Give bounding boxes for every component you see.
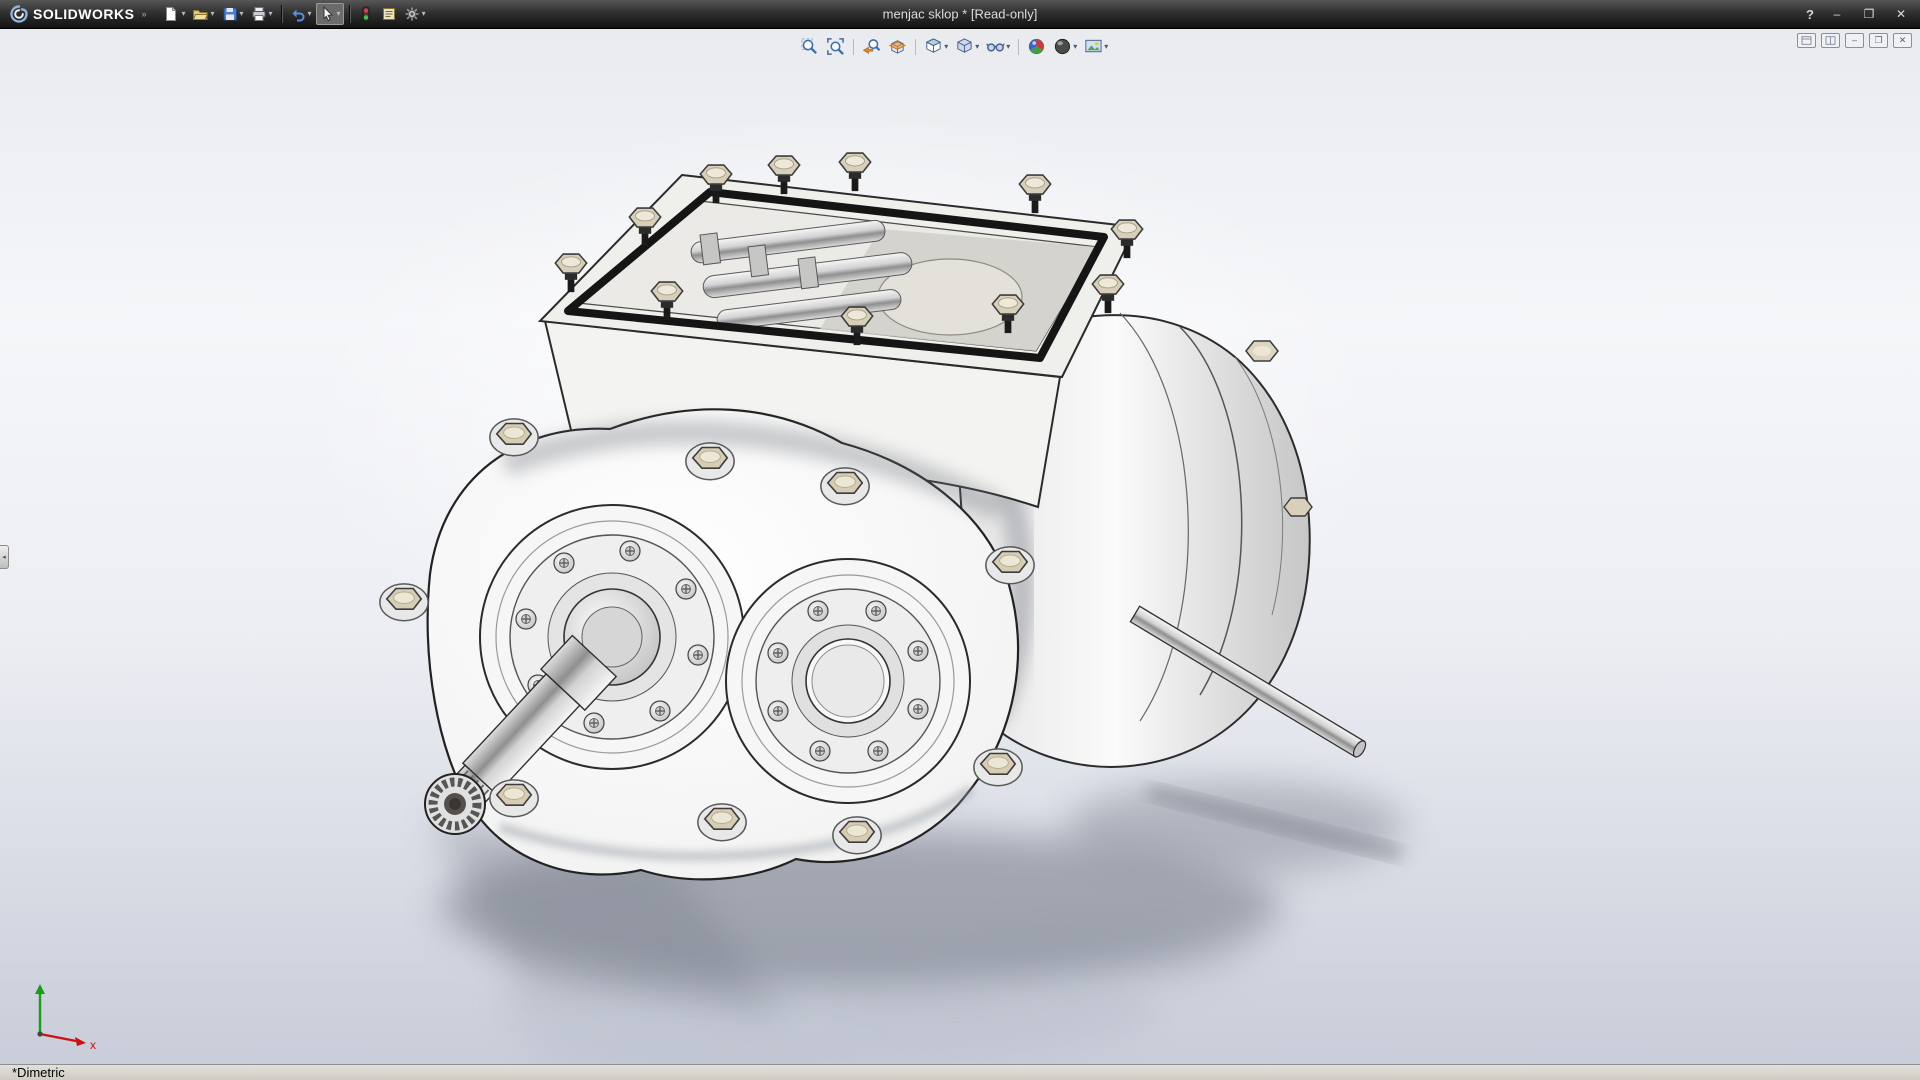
dropdown-arrow-icon[interactable]: ▾: [210, 10, 214, 18]
toolbar-separator: [1018, 39, 1019, 55]
taskpane-collapse-tab[interactable]: ◂: [0, 545, 9, 569]
display-style-button[interactable]: ▾: [953, 36, 981, 57]
dropdown-arrow-icon[interactable]: ▾: [975, 43, 979, 51]
document-title: menjac sklop * [Read-only]: [883, 7, 1038, 22]
solidworks-window: SOLIDWORKS » ▾ ▾ ▾: [0, 0, 1920, 1080]
rebuild-button[interactable]: [355, 3, 377, 25]
brand-text: SOLIDWORKS: [33, 6, 134, 22]
document-window-controls: – ❐ ✕: [1797, 33, 1912, 48]
window-controls: ? – ❐ ✕: [1806, 0, 1910, 28]
split-view-icon: [1825, 36, 1836, 45]
doc-restore-button[interactable]: ❐: [1869, 33, 1888, 48]
save-icon: [222, 6, 238, 22]
fullscreen-button[interactable]: [1797, 33, 1816, 48]
zoom-area-button[interactable]: [824, 36, 847, 57]
brand[interactable]: SOLIDWORKS »: [0, 5, 154, 23]
select-button[interactable]: ▾: [316, 3, 344, 25]
view-settings-image-icon: [1084, 37, 1103, 56]
apply-scene-button[interactable]: ▾: [1051, 36, 1079, 57]
orientation-triad: x: [24, 972, 104, 1050]
open-button[interactable]: ▾: [189, 3, 217, 25]
print-icon: [251, 6, 267, 22]
collapse-arrow-icon: ◂: [2, 553, 6, 561]
gearbox-model[interactable]: [0, 29, 1920, 1064]
dropdown-arrow-icon[interactable]: ▾: [308, 10, 312, 18]
eyeglasses-icon: [986, 37, 1005, 56]
rebuild-stoplight-icon: [358, 6, 374, 22]
options-gear-icon: [404, 6, 420, 22]
print-button[interactable]: ▾: [248, 3, 276, 25]
undo-icon: [290, 6, 306, 22]
dropdown-arrow-icon[interactable]: ▾: [269, 10, 273, 18]
dropdown-arrow-icon[interactable]: ▾: [1073, 43, 1077, 51]
zoom-area-icon: [826, 37, 845, 56]
help-button[interactable]: ?: [1806, 7, 1814, 22]
main-toolbar: ▾ ▾ ▾ ▾: [160, 3, 428, 25]
toolbar-separator: [915, 39, 916, 55]
dropdown-arrow-icon[interactable]: ▾: [1104, 43, 1108, 51]
dropdown-arrow-icon[interactable]: ▾: [422, 10, 426, 18]
view-settings-button[interactable]: ▾: [1082, 36, 1110, 57]
section-view-icon: [888, 37, 907, 56]
new-document-icon: [163, 6, 179, 22]
dropdown-arrow-icon[interactable]: ▾: [944, 43, 948, 51]
dropdown-arrow-icon[interactable]: ▾: [1006, 43, 1010, 51]
minimize-button[interactable]: –: [1828, 7, 1846, 21]
fullscreen-icon: [1801, 36, 1812, 45]
scene-ball-icon: [1053, 37, 1072, 56]
section-view-button[interactable]: [886, 36, 909, 57]
side-plug: [1284, 498, 1312, 516]
view-orientation-cube-icon: [924, 37, 943, 56]
edit-appearance-button[interactable]: [1025, 36, 1048, 57]
triad-x-label: x: [90, 1038, 96, 1050]
zoom-fit-icon: [800, 37, 819, 56]
previous-view-button[interactable]: [860, 36, 883, 57]
heads-up-view-toolbar: ▾ ▾ ▾: [794, 34, 1114, 59]
new-button[interactable]: ▾: [160, 3, 188, 25]
appearance-ball-icon: [1027, 37, 1046, 56]
doc-minimize-button[interactable]: –: [1845, 33, 1864, 48]
toolbar-separator: [853, 39, 854, 55]
toolbar-separator: [349, 5, 350, 23]
doc-close-button[interactable]: ✕: [1893, 33, 1912, 48]
view-orientation-label: *Dimetric: [12, 1065, 65, 1080]
restore-button[interactable]: ❐: [1860, 7, 1878, 21]
split-view-button[interactable]: [1821, 33, 1840, 48]
toolbar-separator: [281, 5, 282, 23]
select-cursor-icon: [319, 6, 335, 22]
menu-expand-icon[interactable]: »: [141, 9, 146, 19]
right-hub: [726, 559, 970, 803]
open-folder-icon: [192, 6, 208, 22]
display-style-cube-icon: [955, 37, 974, 56]
file-properties-button[interactable]: [378, 3, 400, 25]
previous-view-icon: [862, 37, 881, 56]
graphics-area[interactable]: ▾ ▾ ▾: [0, 29, 1920, 1064]
ds-logo-icon: [10, 5, 28, 23]
zoom-fit-button[interactable]: [798, 36, 821, 57]
drain-plug: [1246, 341, 1278, 361]
file-properties-icon: [381, 6, 397, 22]
undo-button[interactable]: ▾: [287, 3, 315, 25]
dropdown-arrow-icon[interactable]: ▾: [337, 10, 341, 18]
titlebar: SOLIDWORKS » ▾ ▾ ▾: [0, 0, 1920, 29]
dropdown-arrow-icon[interactable]: ▾: [240, 10, 244, 18]
view-orientation-button[interactable]: ▾: [922, 36, 950, 57]
spline-end: [425, 774, 485, 834]
options-button[interactable]: ▾: [401, 3, 429, 25]
dropdown-arrow-icon[interactable]: ▾: [181, 10, 185, 18]
save-button[interactable]: ▾: [219, 3, 247, 25]
hide-show-items-button[interactable]: ▾: [984, 36, 1012, 57]
statusbar: *Dimetric: [0, 1064, 1920, 1080]
close-button[interactable]: ✕: [1892, 7, 1910, 21]
